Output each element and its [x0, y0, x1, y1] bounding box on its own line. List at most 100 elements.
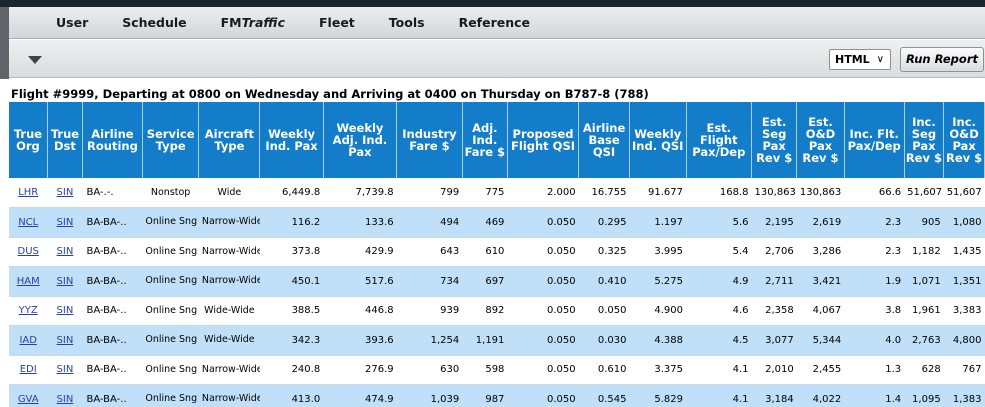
column-header[interactable]: Aircraft Type — [198, 102, 261, 178]
column-header[interactable]: Proposed Flight QSI — [507, 102, 580, 178]
column-header[interactable]: Inc. O&D Pax Rev $ — [943, 102, 985, 178]
column-header[interactable]: Airline Routing — [82, 102, 143, 178]
column-header[interactable]: Adj. Ind. Fare $ — [462, 102, 508, 178]
table-cell: 0.050 — [507, 384, 579, 407]
table-row[interactable]: NCL SIN BA-BA-.. Online Sng Narrow-Wide 116.2… — [9, 207, 985, 238]
table-row[interactable]: EDI SIN BA-BA-.. Online Sng Narrow-Wide 240.8… — [9, 355, 985, 385]
table-cell: Online Sng — [142, 325, 199, 356]
table-cell-link[interactable]: SIN — [47, 325, 83, 356]
destination-link[interactable]: SIN — [57, 187, 74, 198]
table-cell: 2,010 — [751, 355, 797, 385]
table-row[interactable]: LHR SIN BA-.-. Nonstop Wide 6,449.8 7,739.8 799… — [9, 178, 985, 208]
origin-link[interactable]: GVA — [18, 394, 39, 405]
table-cell: 643 — [396, 237, 463, 267]
destination-link[interactable]: SIN — [57, 217, 74, 228]
destination-link[interactable]: SIN — [57, 364, 74, 375]
table-cell-link[interactable]: SIN — [47, 296, 83, 326]
collapse-triangle-icon[interactable] — [28, 56, 42, 64]
table-cell: 1.197 — [629, 207, 686, 238]
origin-link[interactable]: YYZ — [19, 305, 38, 316]
run-report-button[interactable]: Run Report — [900, 47, 984, 72]
destination-link[interactable]: SIN — [57, 394, 74, 405]
table-cell: 0.050 — [507, 207, 579, 238]
origin-link[interactable]: DUS — [18, 246, 39, 257]
table-row[interactable]: HAM SIN BA-BA-.. Online Sng Narrow-Wide 450.1… — [9, 266, 985, 297]
table-cell: 3.8 — [844, 296, 905, 326]
table-cell: 0.050 — [578, 296, 630, 326]
destination-link[interactable]: SIN — [57, 276, 74, 287]
table-cell: 0.050 — [507, 266, 579, 297]
destination-link[interactable]: SIN — [57, 305, 74, 316]
table-cell-link[interactable]: IAD — [9, 325, 48, 356]
table-cell-link[interactable]: EDI — [9, 355, 48, 385]
column-header[interactable]: Airline Base QSI — [578, 102, 630, 178]
column-header[interactable]: Service Type — [142, 102, 200, 178]
menu-user[interactable]: User — [56, 15, 88, 30]
table-cell-link[interactable]: DUS — [9, 237, 48, 267]
table-cell: Narrow-Wide — [198, 237, 260, 267]
table-cell: 393.6 — [323, 325, 397, 356]
destination-link[interactable]: SIN — [57, 246, 74, 257]
table-cell: 0.050 — [507, 355, 579, 385]
table-cell-link[interactable]: SIN — [47, 266, 83, 297]
table-cell: 939 — [396, 296, 463, 326]
window-top-border — [0, 0, 985, 7]
column-header[interactable]: Est. O&D Pax Rev $ — [796, 102, 845, 178]
table-cell: 0.295 — [578, 207, 630, 238]
column-header[interactable]: Weekly Ind. QSI — [629, 102, 687, 178]
table-cell-link[interactable]: SIN — [47, 384, 83, 407]
table-cell: 16.755 — [578, 178, 630, 208]
table-cell: 3,184 — [751, 384, 797, 407]
table-cell-link[interactable]: SIN — [47, 355, 83, 385]
table-cell: 2,711 — [751, 266, 797, 297]
table-cell-link[interactable]: HAM — [9, 266, 48, 297]
table-cell-link[interactable]: LHR — [9, 178, 48, 208]
table-cell: 0.410 — [578, 266, 630, 297]
menu-fleet[interactable]: Fleet — [319, 15, 355, 30]
origin-link[interactable]: IAD — [19, 335, 37, 346]
menu-fmtraffic[interactable]: FMTraffic — [221, 15, 285, 30]
column-header[interactable]: Est. Flight Pax/Dep — [686, 102, 753, 178]
column-header[interactable]: Weekly Ind. Pax — [259, 102, 324, 178]
destination-link[interactable]: SIN — [57, 335, 74, 346]
table-cell: 1,435 — [943, 237, 985, 267]
table-cell: 168.8 — [686, 178, 752, 208]
origin-link[interactable]: EDI — [20, 364, 37, 375]
main-menu-bar: User Schedule FMTraffic Fleet Tools Refe… — [9, 7, 985, 39]
table-cell-link[interactable]: NCL — [9, 207, 48, 238]
origin-link[interactable]: LHR — [18, 187, 38, 198]
table-cell: 734 — [396, 266, 463, 297]
menu-schedule[interactable]: Schedule — [122, 15, 186, 30]
table-cell: 494 — [396, 207, 463, 238]
column-header[interactable]: Inc. Flt. Pax/Dep — [844, 102, 905, 178]
column-header[interactable]: Weekly Adj. Ind. Pax — [323, 102, 398, 178]
table-cell: 598 — [462, 355, 508, 385]
table-cell-link[interactable]: YYZ — [9, 296, 48, 326]
column-header[interactable]: Est. Seg Pax Rev $ — [751, 102, 798, 178]
column-header[interactable]: True Org — [9, 102, 48, 178]
origin-link[interactable]: HAM — [17, 276, 40, 287]
output-format-select[interactable]: HTML ∨ — [829, 49, 891, 70]
column-header[interactable]: Industry Fare $ — [396, 102, 463, 178]
table-row[interactable]: GVA SIN BA-BA-.. Online Sng Narrow-Wide 413.0… — [9, 384, 985, 407]
table-cell: 987 — [462, 384, 508, 407]
table-cell: 3.375 — [629, 355, 686, 385]
table-cell-link[interactable]: SIN — [47, 178, 83, 208]
table-cell: 1,191 — [462, 325, 508, 356]
output-format-value: HTML — [835, 53, 870, 66]
column-header[interactable]: True Dst — [47, 102, 83, 178]
table-row[interactable]: YYZ SIN BA-BA-.. Online Sng Wide-Wide 388.5 44… — [9, 296, 985, 326]
table-cell: 413.0 — [259, 384, 324, 407]
origin-link[interactable]: NCL — [18, 217, 38, 228]
menu-reference[interactable]: Reference — [459, 15, 530, 30]
table-row[interactable]: DUS SIN BA-BA-.. Online Sng Narrow-Wide 373.8… — [9, 237, 985, 267]
table-cell: 450.1 — [259, 266, 324, 297]
table-cell: BA-BA-.. — [82, 296, 143, 326]
table-row[interactable]: IAD SIN BA-BA-.. Online Sng Wide-Wide 342.3 39… — [9, 325, 985, 356]
table-cell-link[interactable]: SIN — [47, 207, 83, 238]
menu-tools[interactable]: Tools — [389, 15, 425, 30]
column-header[interactable]: Inc. Seg Pax Rev $ — [904, 102, 945, 178]
table-cell: Wide-Wide — [198, 325, 260, 356]
table-cell-link[interactable]: SIN — [47, 237, 83, 267]
table-cell-link[interactable]: GVA — [9, 384, 48, 407]
